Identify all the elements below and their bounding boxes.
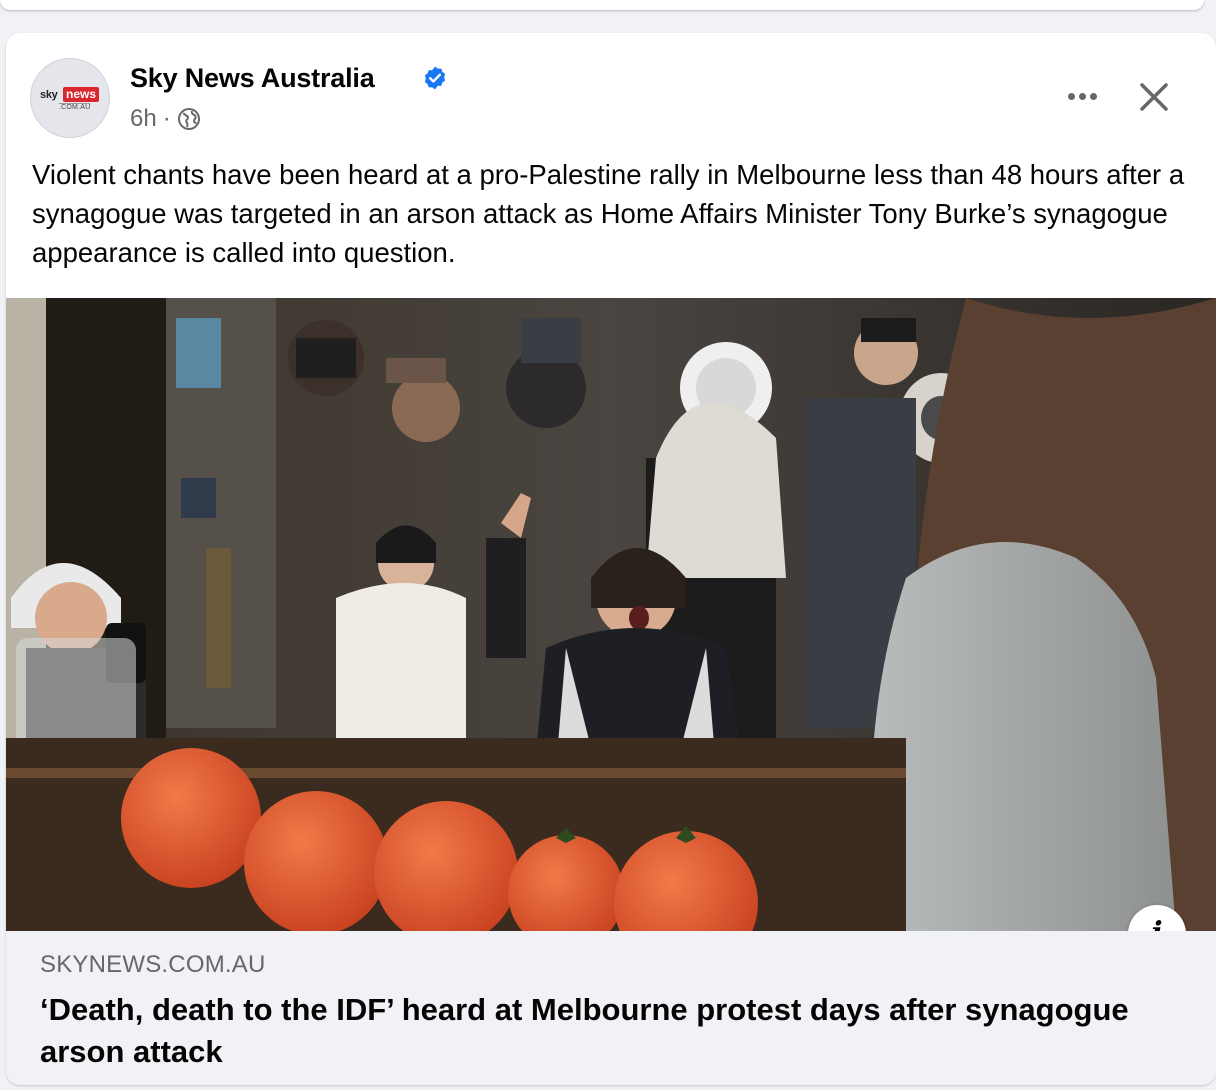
previous-post-card (0, 0, 1204, 10)
link-preview-card[interactable]: SKYNEWS.COM.AU ‘Death, death to the IDF’… (6, 931, 1216, 1085)
logo-sky-text: sky (40, 89, 58, 101)
meta-separator: · (162, 105, 171, 132)
protest-photo-illustration (6, 298, 1216, 931)
post-meta: 6h · (130, 105, 201, 133)
post-photo[interactable] (6, 298, 1216, 931)
close-button[interactable] (1134, 77, 1174, 117)
link-domain: SKYNEWS.COM.AU (40, 951, 266, 978)
more-options-dot (1089, 92, 1097, 100)
globe-icon (177, 108, 200, 130)
more-options-icon (1067, 92, 1075, 100)
verified-badge-icon (424, 66, 446, 90)
post-timestamp[interactable]: 6h (130, 105, 157, 133)
feed-post: sky news .COM.AU Sky News Australia 6h ·… (6, 33, 1216, 1085)
more-options-button[interactable] (1060, 83, 1104, 109)
logo-domain-text: .COM.AU (59, 103, 91, 111)
logo-news-text: news (63, 87, 100, 102)
sky-news-logo: sky news .COM.AU (39, 86, 105, 112)
close-icon (1140, 83, 1168, 111)
post-body-text: Violent chants have been heard at a pro-… (32, 159, 1185, 268)
more-options-dot (1078, 92, 1086, 100)
link-title: ‘Death, death to the IDF’ heard at Melbo… (40, 992, 1129, 1069)
page-name-link[interactable]: Sky News Australia (130, 63, 375, 94)
page-avatar[interactable]: sky news .COM.AU (30, 58, 110, 138)
